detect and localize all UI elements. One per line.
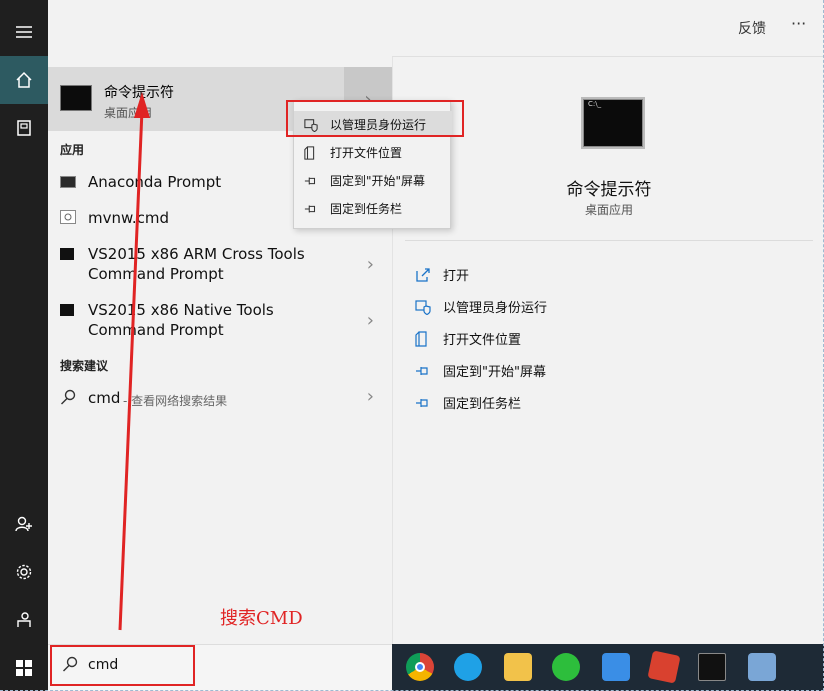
chevron-right-icon[interactable]: › <box>367 386 374 407</box>
feedback-link[interactable]: 反馈 <box>738 18 766 38</box>
results-pane: 命令提示符 桌面应用 › 应用 Anaconda Prompt mvnw.cmd… <box>48 0 392 644</box>
list-item-label: mvnw.cmd <box>88 209 170 227</box>
command-prompt-taskbar-icon[interactable] <box>698 653 726 681</box>
left-rail <box>0 0 48 644</box>
list-item-vs-arm[interactable]: VS2015 x86 ARM Cross Tools Command Promp… <box>48 244 392 290</box>
command-prompt-icon <box>60 85 92 111</box>
action-open-file-location[interactable]: 打开文件位置 <box>415 329 521 348</box>
file-location-icon <box>415 330 427 347</box>
more-options-button[interactable]: ··· <box>791 14 806 33</box>
action-run-as-admin[interactable]: 以管理员身份运行 <box>415 297 547 316</box>
person-feedback-icon <box>17 612 31 627</box>
apps-section-heading: 应用 <box>60 143 85 157</box>
context-item-label: 固定到"开始"屏幕 <box>330 174 426 188</box>
context-item-label: 打开文件位置 <box>330 146 403 160</box>
action-open[interactable]: 打开 <box>415 265 469 284</box>
action-label: 以管理员身份运行 <box>443 301 548 316</box>
remote-desktop-icon[interactable] <box>748 653 776 681</box>
settings-file-icon <box>60 210 76 224</box>
highlight-box-run-as-admin <box>286 100 464 137</box>
best-match-title: 命令提示符 <box>104 85 174 101</box>
pin-icon <box>304 205 316 212</box>
action-label: 固定到任务栏 <box>443 397 522 412</box>
settings-button[interactable] <box>0 548 48 596</box>
action-pin-to-start[interactable]: 固定到"开始"屏幕 <box>415 361 546 380</box>
detail-title: 命令提示符 <box>566 180 652 200</box>
gear-icon <box>16 564 32 580</box>
action-label: 打开文件位置 <box>443 333 522 348</box>
list-item-label: VS2015 x86 ARM Cross Tools <box>88 245 305 263</box>
list-item-vs-native[interactable]: VS2015 x86 Native Tools Command Prompt › <box>48 300 392 346</box>
web-suggestion-item[interactable]: cmd - 查看网络搜索结果 › <box>48 386 392 412</box>
search-icon <box>61 389 76 405</box>
highlight-box-search <box>50 645 195 686</box>
file-location-icon <box>304 145 315 160</box>
suggestions-section-heading: 搜索建议 <box>60 359 109 373</box>
browser-icon[interactable] <box>454 653 482 681</box>
home-icon <box>16 71 32 88</box>
chevron-right-icon[interactable]: › <box>367 254 374 275</box>
detail-pane: C:\_ 命令提示符 桌面应用 打开 以管理员身份运行 打开文件位置 固定到"开… <box>392 57 824 644</box>
detail-subtitle: 桌面应用 <box>584 203 633 217</box>
action-pin-to-taskbar[interactable]: 固定到任务栏 <box>415 393 521 412</box>
detail-separator <box>405 240 813 241</box>
start-button[interactable] <box>0 644 48 691</box>
context-pin-to-taskbar[interactable]: 固定到任务栏 <box>304 200 402 217</box>
list-item-label-line2: Command Prompt <box>88 265 224 283</box>
eraser-tool-icon[interactable] <box>647 650 681 684</box>
taskbar <box>392 644 824 691</box>
hamburger-icon <box>16 26 32 38</box>
feedback-rail-button[interactable] <box>0 596 48 644</box>
suggestion-hint: - 查看网络搜索结果 <box>123 394 228 408</box>
best-match-subtitle: 桌面应用 <box>104 106 153 120</box>
context-pin-to-start[interactable]: 固定到"开始"屏幕 <box>304 172 425 189</box>
app-window-icon[interactable] <box>602 653 630 681</box>
pin-icon <box>304 177 316 184</box>
windows-logo-icon <box>16 659 32 676</box>
document-icon <box>17 120 31 136</box>
file-explorer-icon[interactable] <box>504 653 532 681</box>
documents-button[interactable] <box>0 104 48 152</box>
action-label: 打开 <box>443 269 470 284</box>
shield-icon <box>415 299 431 315</box>
pin-icon <box>416 366 428 375</box>
annotation-text: 搜索CMD <box>220 608 303 629</box>
chrome-icon[interactable] <box>406 653 434 681</box>
list-item-label: Anaconda Prompt <box>88 173 222 191</box>
list-item-label-line2: Command Prompt <box>88 321 224 339</box>
context-open-file-location[interactable]: 打开文件位置 <box>304 144 402 161</box>
command-prompt-large-icon: C:\_ <box>581 97 645 149</box>
prompt-glyph: C:\_ <box>588 100 602 108</box>
suggestion-query: cmd <box>88 389 121 407</box>
terminal-icon <box>60 304 74 316</box>
add-user-icon <box>15 516 32 532</box>
action-label: 固定到"开始"屏幕 <box>443 365 546 380</box>
terminal-icon <box>60 176 76 188</box>
wechat-icon[interactable] <box>552 653 580 681</box>
account-button[interactable] <box>0 500 48 548</box>
list-item-label: VS2015 x86 Native Tools <box>88 301 274 319</box>
context-item-label: 固定到任务栏 <box>330 202 403 216</box>
terminal-icon <box>60 248 74 260</box>
home-button[interactable] <box>0 56 48 104</box>
hamburger-menu-button[interactable] <box>0 8 48 56</box>
open-icon <box>416 267 430 282</box>
pin-icon <box>416 398 428 407</box>
chevron-right-icon[interactable]: › <box>367 310 374 331</box>
